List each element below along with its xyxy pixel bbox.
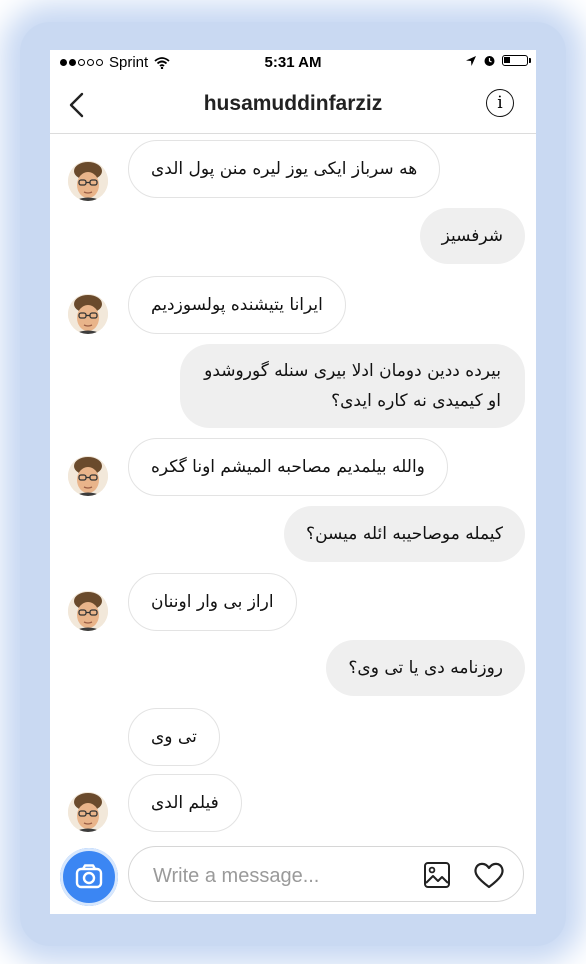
avatar-face-icon <box>68 456 108 496</box>
info-icon[interactable]: i <box>486 89 514 117</box>
message-bubble-incoming[interactable]: اراز بی وار اوننان <box>128 573 297 631</box>
message-input-container <box>128 846 524 902</box>
location-arrow-icon <box>466 55 476 66</box>
message-composer <box>50 844 536 914</box>
phone-screen: Sprint 5:31 AM husamuddinfarziz i هه سرب… <box>50 50 536 914</box>
alarm-icon <box>484 56 495 66</box>
conversation-header: husamuddinfarziz i <box>50 76 536 134</box>
battery-fill <box>504 57 510 63</box>
avatar-face-icon <box>68 591 108 631</box>
message-bubble-incoming[interactable]: والله بیلمدیم مصاحبه المیشم اونا گکره <box>128 438 448 496</box>
avatar-face-icon <box>68 161 108 201</box>
heart-icon[interactable] <box>473 861 505 889</box>
conversation-title[interactable]: husamuddinfarziz <box>50 92 536 116</box>
message-list: هه سرباز ایکی یوز لیره منن پول الدی شرفس… <box>50 134 536 844</box>
avatar[interactable] <box>68 792 108 832</box>
message-bubble-incoming[interactable]: تی وی <box>128 708 220 766</box>
message-bubble-incoming[interactable]: هه سرباز ایکی یوز لیره منن پول الدی <box>128 140 441 198</box>
message-input[interactable] <box>151 861 405 891</box>
message-bubble-outgoing[interactable]: روزنامه دی یا تی وی؟ <box>326 640 525 696</box>
status-bar: Sprint 5:31 AM <box>50 50 536 76</box>
avatar-face-icon <box>68 792 108 832</box>
avatar[interactable] <box>68 294 108 334</box>
message-bubble-outgoing[interactable]: شرفسیز <box>419 208 525 264</box>
avatar[interactable] <box>68 591 108 631</box>
message-bubble-outgoing[interactable]: کیمله موصاحیبه ائله میسن؟ <box>284 506 525 562</box>
status-time: 5:31 AM <box>264 54 322 71</box>
image-icon[interactable] <box>423 861 451 889</box>
avatar[interactable] <box>68 161 108 201</box>
message-bubble-incoming[interactable]: فیلم الدی <box>128 774 242 832</box>
status-right <box>465 54 531 67</box>
camera-icon <box>75 864 103 889</box>
camera-button[interactable] <box>60 848 118 906</box>
message-line: بیرده ددین دومان ادلا بیری سنله گوروشدو <box>204 361 501 381</box>
message-bubble-incoming[interactable]: ایرانا یتیشنده پولسوزدیم <box>128 276 346 334</box>
message-line: او کیمیدی نه کاره ایدی؟ <box>331 391 501 411</box>
message-bubble-outgoing[interactable]: بیرده ددین دومان ادلا بیری سنله گوروشدو … <box>180 344 525 428</box>
avatar[interactable] <box>68 456 108 496</box>
battery-icon <box>502 55 531 66</box>
avatar-face-icon <box>68 294 108 334</box>
